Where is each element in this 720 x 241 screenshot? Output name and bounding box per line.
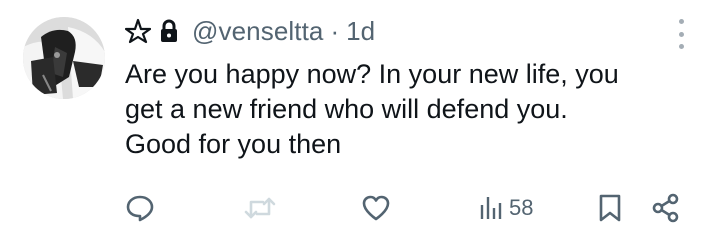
- post-text-line: get a new friend who will defend you.: [125, 94, 568, 124]
- like-button[interactable]: [361, 189, 391, 227]
- views-icon: [480, 197, 502, 219]
- share-icon: [652, 193, 679, 223]
- like-icon: [362, 195, 390, 221]
- post-header: @venseltta · 1d: [125, 14, 375, 48]
- views-button[interactable]: 58: [479, 189, 533, 227]
- action-bar: 58: [0, 189, 720, 227]
- post-text-line: Are you happy now? In your new life, you: [125, 59, 619, 89]
- repost-icon: [244, 197, 276, 219]
- bookmark-icon: [599, 194, 621, 222]
- post: @venseltta · 1d Are you happy now? In yo…: [0, 0, 720, 241]
- reply-button[interactable]: [125, 189, 155, 227]
- lock-icon: [159, 19, 179, 43]
- bookmark-button[interactable]: [598, 189, 622, 227]
- post-text: Are you happy now? In your new life, you…: [125, 57, 685, 162]
- separator-dot: ·: [330, 15, 340, 46]
- avatar-image: [23, 17, 105, 99]
- reply-icon: [126, 195, 154, 222]
- more-vertical-icon[interactable]: [672, 19, 690, 49]
- pentagram-icon: [125, 18, 151, 44]
- post-text-line: Good for you then: [125, 129, 342, 159]
- repost-button[interactable]: [243, 189, 277, 227]
- share-button[interactable]: [652, 189, 680, 227]
- username[interactable]: @venseltta: [192, 16, 323, 47]
- post-time[interactable]: 1d: [346, 16, 375, 47]
- avatar[interactable]: [23, 17, 105, 99]
- views-count: 58: [509, 195, 534, 220]
